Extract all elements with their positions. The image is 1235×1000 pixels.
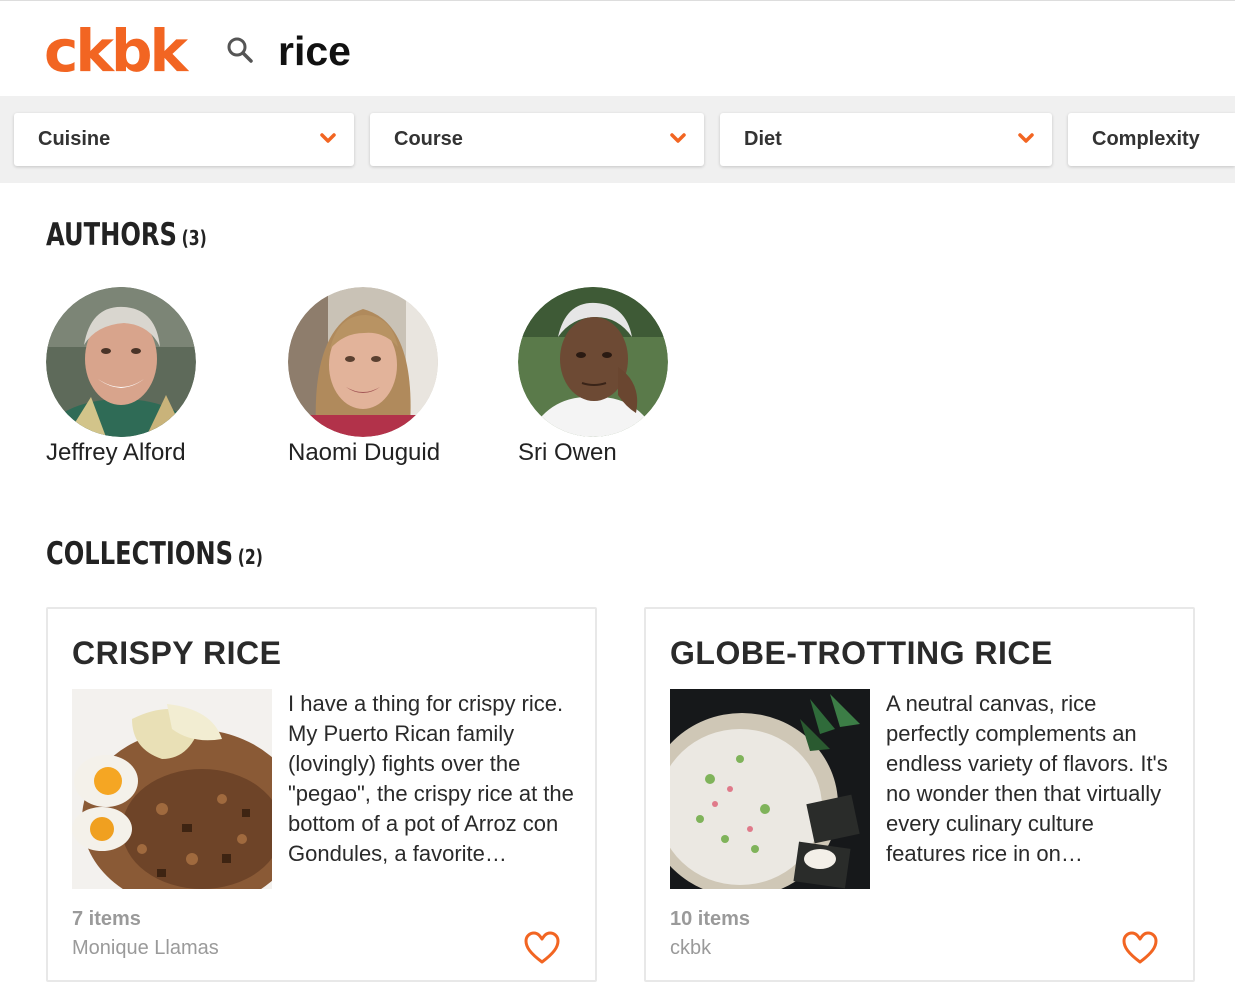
collection-author[interactable]: ckbk bbox=[670, 937, 711, 960]
search-icon[interactable] bbox=[226, 36, 254, 64]
collections-count: (2) bbox=[237, 545, 263, 569]
collections-title: COLLECTIONS bbox=[46, 536, 234, 572]
author-name[interactable]: Jeffrey Alford bbox=[46, 439, 186, 467]
avatar[interactable] bbox=[288, 287, 438, 437]
chevron-down-icon bbox=[670, 133, 686, 143]
author-name[interactable]: Sri Owen bbox=[518, 439, 617, 467]
collection-card[interactable]: GLOBE-TROTTING RICE A neutral canvas, ri… bbox=[644, 607, 1195, 982]
collections-heading: COLLECTIONS (2) bbox=[46, 536, 263, 572]
avatar[interactable] bbox=[46, 287, 196, 437]
collection-title[interactable]: CRISPY RICE bbox=[72, 635, 281, 672]
author-card[interactable]: Jeffrey Alford bbox=[46, 287, 246, 466]
filter-label: Course bbox=[394, 128, 463, 150]
top-bar: ckbk bbox=[0, 0, 1235, 97]
author-name[interactable]: Naomi Duguid bbox=[288, 439, 440, 467]
chevron-down-icon bbox=[1018, 133, 1034, 143]
filter-label: Diet bbox=[744, 128, 782, 150]
ckbk-logo[interactable]: ckbk bbox=[44, 22, 188, 80]
author-card[interactable]: Sri Owen bbox=[518, 287, 718, 466]
avatar[interactable] bbox=[518, 287, 668, 437]
collection-items-count: 10 items bbox=[670, 908, 751, 930]
collection-author[interactable]: Monique Llamas bbox=[72, 937, 219, 960]
filter-diet[interactable]: Diet bbox=[720, 113, 1052, 166]
heart-icon[interactable] bbox=[1122, 931, 1158, 965]
authors-heading: AUTHORS (3) bbox=[46, 217, 207, 253]
collection-items-count: 7 items bbox=[72, 908, 141, 930]
filter-label: Cuisine bbox=[38, 128, 111, 150]
filter-bar: Cuisine Course Diet Complexity bbox=[0, 96, 1235, 183]
collection-image[interactable] bbox=[72, 689, 272, 889]
collection-card[interactable]: CRISPY RICE I have a thing for crispy ri… bbox=[46, 607, 597, 982]
collection-description: A neutral canvas, rice perfectly complem… bbox=[886, 691, 1168, 866]
heart-icon[interactable] bbox=[524, 931, 560, 965]
chevron-down-icon bbox=[320, 133, 336, 143]
filter-cuisine[interactable]: Cuisine bbox=[14, 113, 354, 166]
filter-course[interactable]: Course bbox=[370, 113, 704, 166]
filter-complexity[interactable]: Complexity bbox=[1068, 113, 1235, 166]
collection-title[interactable]: GLOBE-TROTTING RICE bbox=[670, 635, 1053, 672]
authors-count: (3) bbox=[181, 226, 207, 250]
search-input[interactable] bbox=[278, 25, 878, 77]
collection-image[interactable] bbox=[670, 689, 870, 889]
collection-description: I have a thing for crispy rice. My Puert… bbox=[288, 691, 574, 866]
author-card[interactable]: Naomi Duguid bbox=[288, 287, 488, 466]
filter-label: Complexity bbox=[1092, 128, 1200, 150]
authors-title: AUTHORS bbox=[46, 217, 177, 253]
